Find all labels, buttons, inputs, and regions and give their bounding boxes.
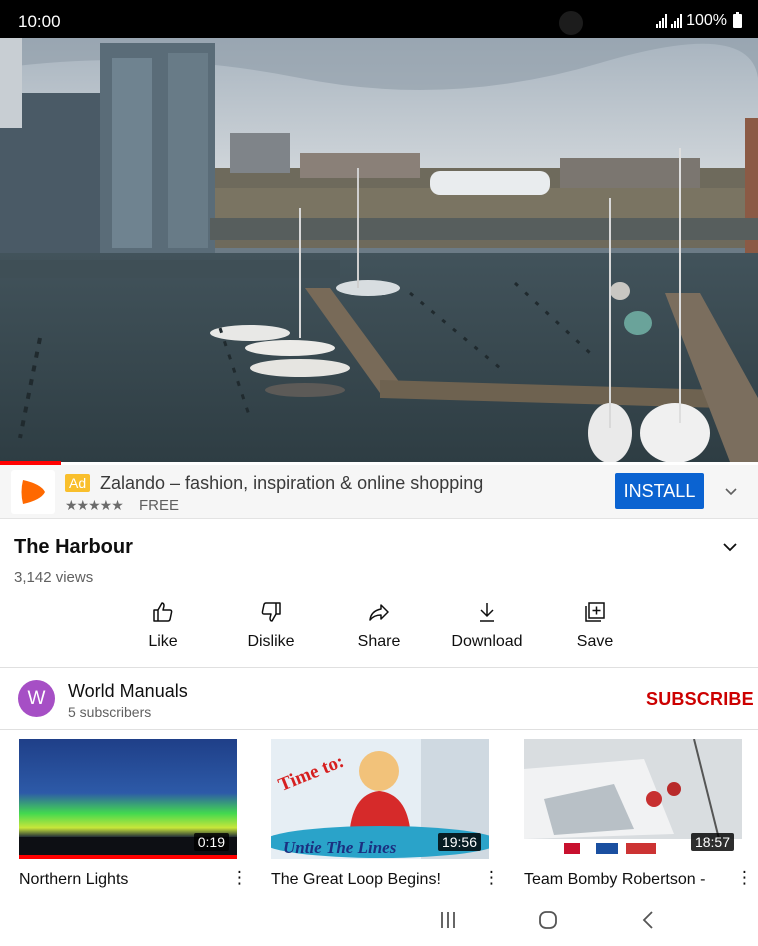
front-camera [559, 11, 583, 35]
dislike-label: Dislike [247, 633, 295, 650]
home-icon[interactable] [538, 910, 558, 930]
add-to-playlist-icon [585, 602, 605, 622]
view-count: 3,142 views [14, 569, 94, 586]
related-video-title[interactable]: The Great Loop Begins! [271, 871, 441, 889]
like-label: Like [148, 633, 178, 650]
video-thumbnail[interactable]: 0:19 [19, 739, 237, 859]
video-duration: 0:19 [193, 833, 229, 851]
status-bar: 10:00 100% [0, 0, 758, 38]
related-video-card[interactable]: 18:57 Team Bomby Robertson - ⋮ [524, 739, 753, 888]
chevron-down-icon[interactable] [722, 482, 740, 500]
save-label: Save [576, 633, 614, 650]
battery-icon [733, 12, 742, 28]
ad-banner[interactable]: Ad Zalando – fashion, inspiration & onli… [0, 465, 758, 519]
thumbs-up-icon [153, 602, 173, 622]
dislike-button[interactable]: Dislike [221, 600, 321, 660]
ad-title: Zalando – fashion, inspiration & online … [100, 473, 484, 493]
like-button[interactable]: Like [113, 600, 213, 660]
thumbnail-text: Untie The Lines [283, 838, 397, 857]
download-label: Download [451, 633, 523, 650]
install-button[interactable]: INSTALL [615, 473, 704, 509]
ad-price: FREE [139, 497, 180, 514]
battery-level: 100% [686, 12, 727, 29]
harbour-video-frame [0, 38, 758, 462]
more-options-icon[interactable]: ⋮ [483, 869, 500, 887]
video-player[interactable] [0, 38, 758, 462]
more-options-icon[interactable]: ⋮ [231, 869, 248, 887]
watched-progress [19, 855, 237, 859]
share-button[interactable]: Share [329, 600, 429, 660]
ad-rating-stars: ★★★★★ [65, 497, 124, 513]
save-button[interactable]: Save [545, 600, 645, 660]
video-thumbnail[interactable]: Time to: Untie The Lines 19:56 [271, 739, 489, 859]
video-title[interactable]: The Harbour [14, 536, 133, 559]
back-icon[interactable] [640, 910, 658, 930]
share-icon [369, 604, 389, 621]
download-button[interactable]: Download [437, 600, 537, 660]
channel-avatar[interactable]: W [18, 680, 55, 717]
related-video-title[interactable]: Team Bomby Robertson - [524, 871, 705, 889]
thumbs-down-icon [261, 602, 281, 622]
subscriber-count: 5 subscribers [68, 704, 152, 720]
divider [0, 667, 758, 668]
download-icon [480, 603, 494, 622]
more-options-icon[interactable]: ⋮ [736, 869, 753, 887]
recent-apps-icon[interactable] [439, 911, 457, 929]
zalando-logo-icon [11, 470, 55, 514]
signal-icon-2 [671, 14, 683, 28]
signal-icon [656, 14, 668, 28]
ad-badge: Ad [65, 474, 91, 492]
video-duration: 19:56 [437, 833, 481, 851]
video-thumbnail[interactable]: 18:57 [524, 739, 742, 859]
system-nav-bar [0, 893, 758, 946]
related-video-title[interactable]: Northern Lights [19, 871, 128, 889]
related-video-card[interactable]: 0:19 Northern Lights ⋮ [19, 739, 248, 888]
status-time: 10:00 [18, 12, 61, 31]
share-label: Share [357, 633, 401, 650]
channel-name[interactable]: World Manuals [68, 681, 188, 702]
subscribe-button[interactable]: SUBSCRIBE [646, 689, 754, 710]
divider [0, 729, 758, 730]
status-icons: 100% [656, 12, 742, 30]
related-video-card[interactable]: Time to: Untie The Lines 19:56 The Great… [271, 739, 500, 888]
video-duration: 18:57 [690, 833, 734, 851]
expand-description-icon[interactable] [719, 536, 741, 558]
